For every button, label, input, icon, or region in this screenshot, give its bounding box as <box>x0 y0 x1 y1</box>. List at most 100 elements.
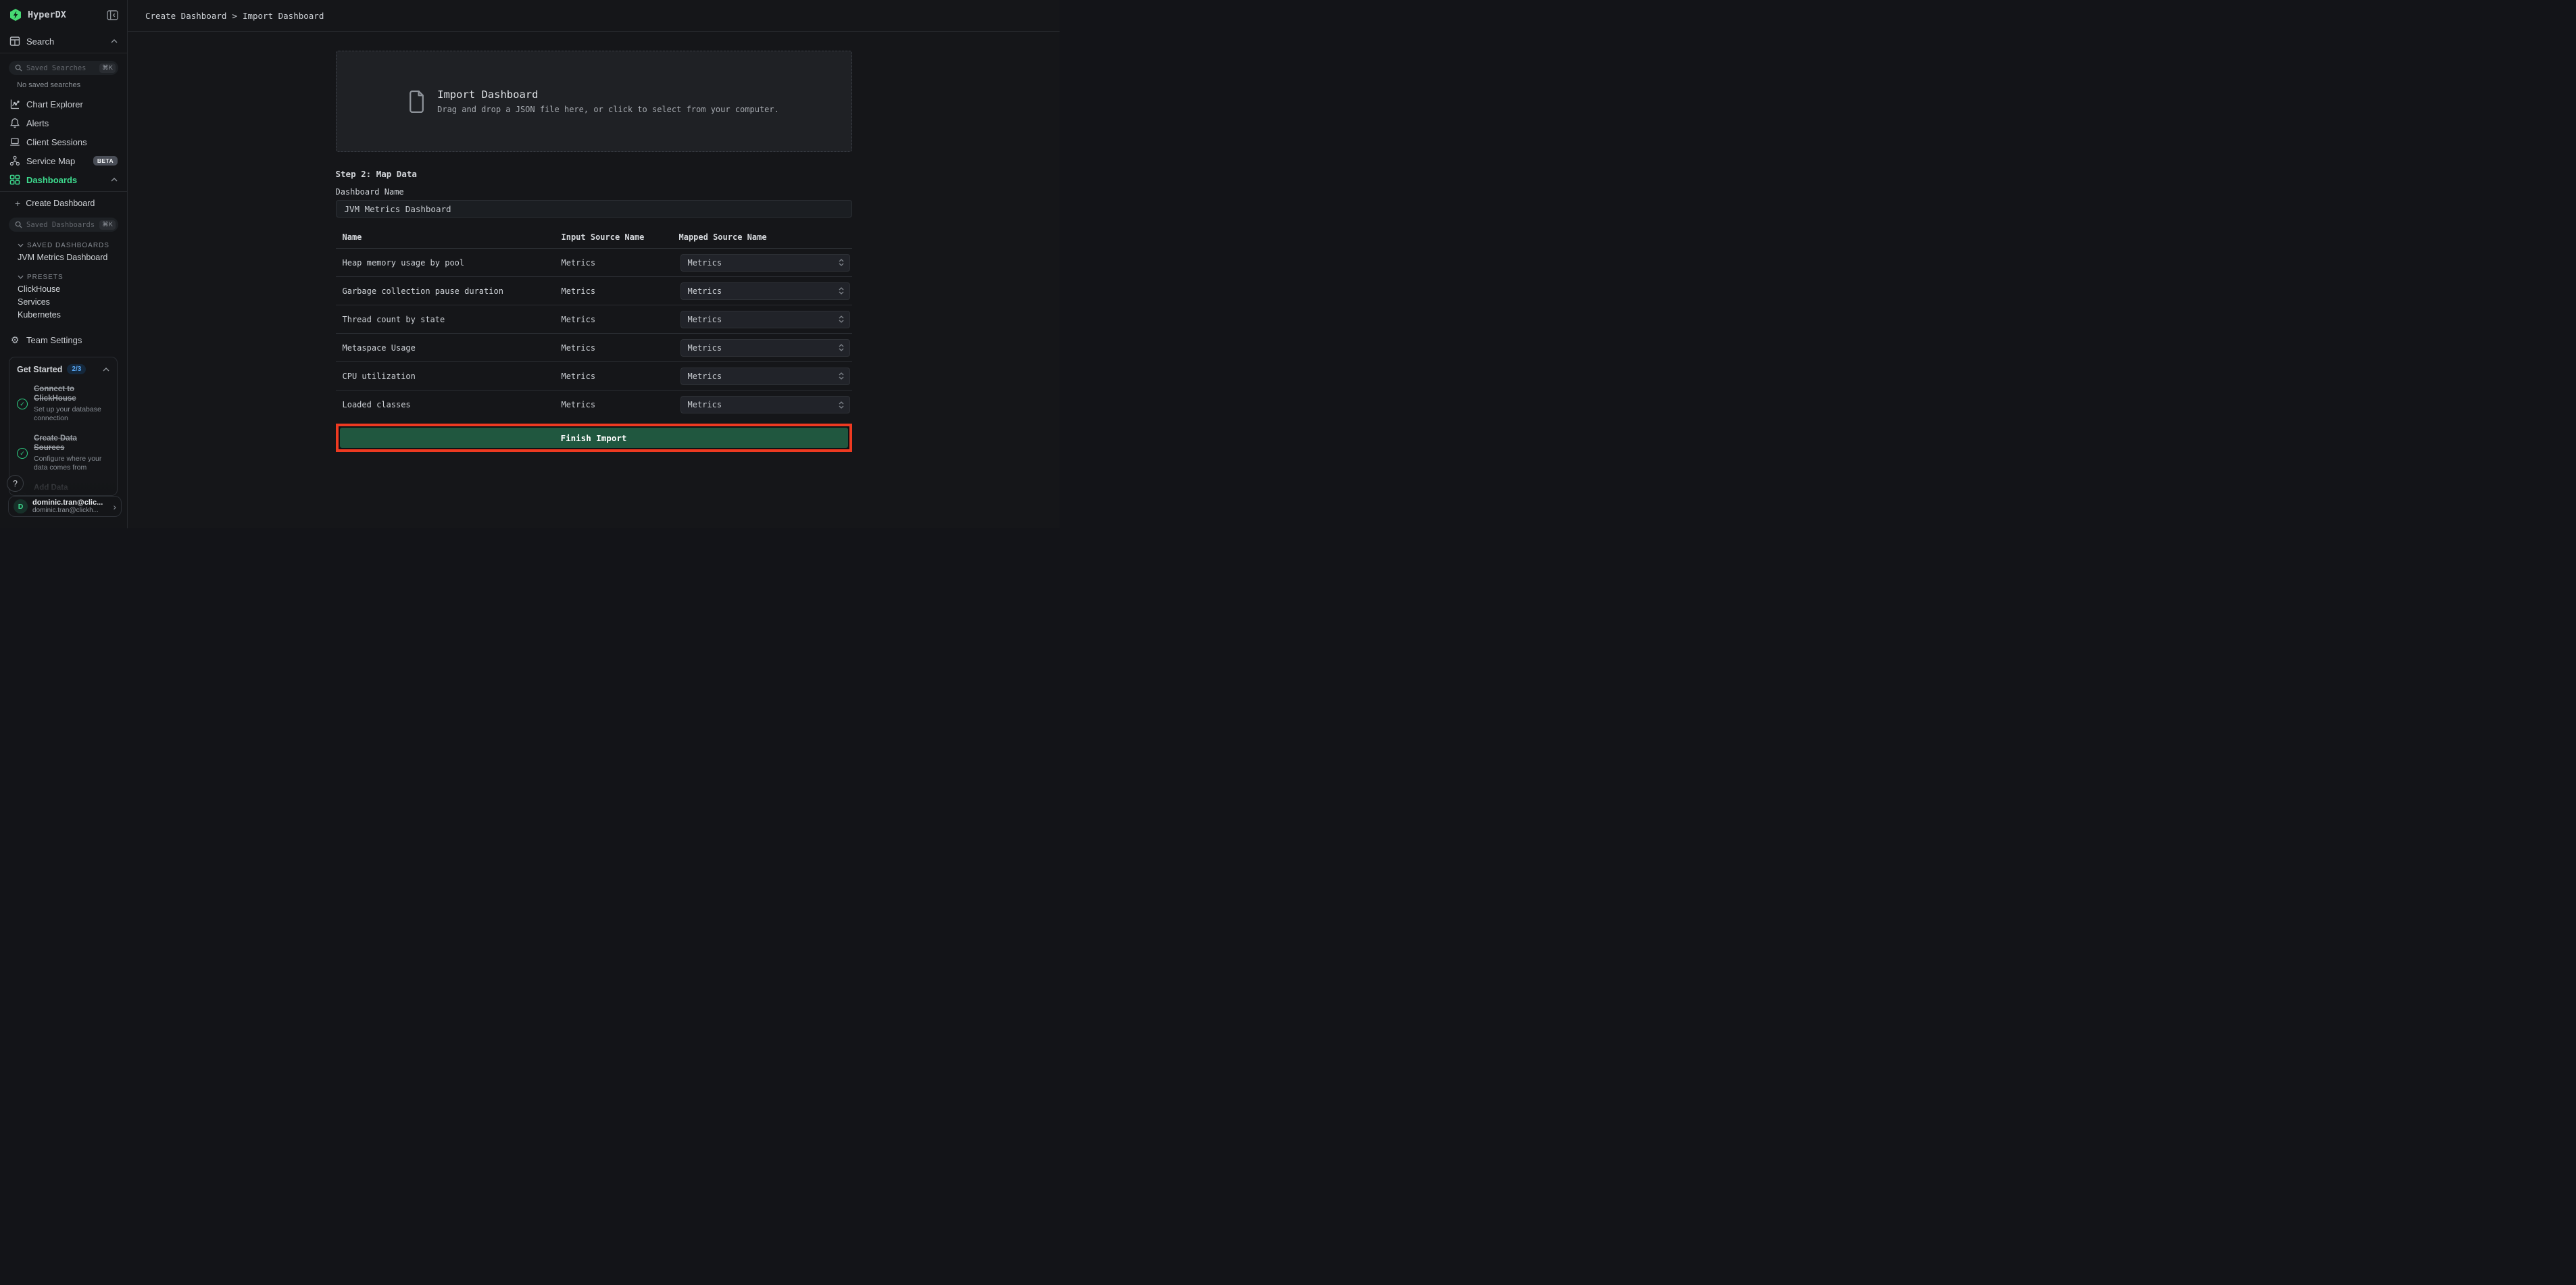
search-icon <box>15 64 22 72</box>
row-input-source: Metrics <box>562 258 679 268</box>
sidebar-nav: Chart ExplorerAlertsClient SessionsServi… <box>0 95 127 189</box>
get-started-item-desc: Configure where your data comes from <box>34 455 109 473</box>
dashboards-icon <box>9 174 20 185</box>
user-menu[interactable]: D dominic.tran@clic... dominic.tran@clic… <box>8 496 122 517</box>
get-started-item-connect-to-clickhouse[interactable]: ✓ Connect to ClickHouseSet up your databa… <box>17 384 109 424</box>
finish-import-button[interactable]: Finish Import <box>340 428 848 448</box>
sidebar-collapse-icon[interactable] <box>107 10 118 20</box>
get-started-item-title: Create Data Sources <box>34 434 109 453</box>
user-name: dominic.tran@clic... <box>32 499 108 507</box>
logo-row: HyperDX <box>0 0 127 30</box>
select-chevrons-icon <box>839 344 844 351</box>
sidebar-item-team-settings[interactable]: ⚙ Team Settings <box>0 330 127 349</box>
chart-explorer-icon <box>9 99 20 109</box>
sidebar-item-clickhouse[interactable]: ClickHouse <box>0 282 127 295</box>
section-header-saved-dashboards[interactable]: SAVED DASHBOARDS <box>0 240 127 251</box>
mapped-source-select[interactable]: Metrics <box>680 311 850 328</box>
selected-value: Metrics <box>688 343 722 353</box>
column-header-input-source: Input Source Name <box>562 232 679 242</box>
search-icon <box>15 221 22 228</box>
saved-searches-input[interactable]: Saved Searches ⌘K <box>9 61 118 75</box>
selected-value: Metrics <box>688 372 722 381</box>
no-saved-searches-text: No saved searches <box>17 81 127 89</box>
breadcrumb-separator: > <box>226 11 243 21</box>
mapped-source-select[interactable]: Metrics <box>680 339 850 357</box>
sidebar-item-jvm-metrics-dashboard[interactable]: JVM Metrics Dashboard <box>0 251 127 263</box>
selected-value: Metrics <box>688 315 722 324</box>
import-dropzone[interactable]: Import Dashboard Drag and drop a JSON fi… <box>336 51 852 152</box>
select-chevrons-icon <box>839 401 844 409</box>
help-button[interactable]: ? <box>7 475 24 492</box>
sidebar-item-label: Dashboards <box>26 175 105 185</box>
chevron-right-icon: › <box>113 501 116 512</box>
main-area: Create Dashboard>Import Dashboard Import… <box>128 0 1060 528</box>
dropzone-title: Import Dashboard <box>437 89 779 101</box>
mapped-source-select[interactable]: Metrics <box>680 396 850 413</box>
select-chevrons-icon <box>839 372 844 380</box>
dashboard-name-label: Dashboard Name <box>336 187 852 197</box>
sidebar-item-kubernetes[interactable]: Kubernetes <box>0 308 127 321</box>
file-icon <box>408 91 425 113</box>
section-header-label: PRESETS <box>27 274 64 281</box>
check-circle-icon: ✓ <box>17 448 28 459</box>
column-header-mapped-source: Mapped Source Name <box>679 232 852 242</box>
sidebar-item-alerts[interactable]: Alerts <box>0 114 127 132</box>
chevron-up-icon[interactable] <box>103 368 109 372</box>
saved-dashboards-input[interactable]: Saved Dashboards ⌘K <box>9 218 118 232</box>
get-started-item-desc: Set up your database connection <box>34 405 109 424</box>
breadcrumb-import-dashboard[interactable]: Import Dashboard <box>243 11 324 21</box>
sidebar-item-label: Search <box>26 36 105 47</box>
section-header-presets[interactable]: PRESETS <box>0 272 127 282</box>
table-row: Loaded classesMetricsMetrics <box>336 390 852 419</box>
sidebar-item-service-map[interactable]: Service MapBETA <box>0 151 127 170</box>
user-texts: dominic.tran@clic... dominic.tran@clickh… <box>32 499 108 514</box>
alerts-icon <box>9 118 20 128</box>
table-row: Metaspace UsageMetricsMetrics <box>336 334 852 362</box>
dashboard-name-input[interactable] <box>336 200 852 218</box>
mapped-source-select[interactable]: Metrics <box>680 368 850 385</box>
sidebar-item-client-sessions[interactable]: Client Sessions <box>0 132 127 151</box>
sidebar-item-search[interactable]: Search <box>0 30 127 53</box>
saved-dashboards-placeholder: Saved Dashboards <box>26 221 95 229</box>
table-row: Heap memory usage by poolMetricsMetrics <box>336 249 852 277</box>
mapping-table-header: Name Input Source Name Mapped Source Nam… <box>336 227 852 249</box>
shortcut-badge: ⌘K <box>99 64 116 73</box>
get-started-item-text: Connect to ClickHouseSet up your databas… <box>34 384 109 424</box>
search-section-icon <box>9 36 20 47</box>
sidebar-item-label: Service Map <box>26 156 87 166</box>
chevron-up-icon[interactable] <box>111 178 118 182</box>
sidebar-item-chart-explorer[interactable]: Chart Explorer <box>0 95 127 114</box>
row-name: Metaspace Usage <box>336 343 562 353</box>
app-title: HyperDX <box>28 9 101 20</box>
step-title: Step 2: Map Data <box>336 169 852 179</box>
get-started-item-create-data-sources[interactable]: ✓ Create Data Sources Configure where your… <box>17 434 109 473</box>
chevron-down-icon <box>18 243 24 247</box>
row-name: Garbage collection pause duration <box>336 286 562 296</box>
sidebar-item-services[interactable]: Services <box>0 295 127 308</box>
row-mapped-source-cell: Metrics <box>679 282 852 300</box>
progress-badge: 2/3 <box>67 364 86 374</box>
section-header-label: SAVED DASHBOARDS <box>27 242 109 249</box>
get-started-title: Get Started <box>17 365 62 374</box>
get-started-header[interactable]: Get Started 2/3 <box>17 364 109 374</box>
row-mapped-source-cell: Metrics <box>679 368 852 385</box>
get-started-item-add-data[interactable]: ✓Add DataStart sending logs, metrics, or… <box>17 483 109 496</box>
plus-icon: + <box>15 198 20 209</box>
chevron-up-icon[interactable] <box>111 39 118 43</box>
mapped-source-select[interactable]: Metrics <box>680 254 850 272</box>
mapped-source-select[interactable]: Metrics <box>680 282 850 300</box>
create-dashboard-button[interactable]: + Create Dashboard <box>0 194 127 213</box>
selected-value: Metrics <box>688 400 722 409</box>
breadcrumb-create-dashboard[interactable]: Create Dashboard <box>145 11 226 21</box>
table-row: Garbage collection pause duration Metrics… <box>336 277 852 305</box>
get-started-item-title: Connect to ClickHouse <box>34 384 109 404</box>
row-mapped-source-cell: Metrics <box>679 339 852 357</box>
avatar: D <box>14 499 28 513</box>
create-dashboard-label: Create Dashboard <box>26 199 95 208</box>
sidebar-item-dashboards[interactable]: Dashboards <box>0 170 127 189</box>
check-circle-icon: ✓ <box>17 399 28 409</box>
dashboard-sections: SAVED DASHBOARDS JVM Metrics Dashboard PRE… <box>0 240 127 321</box>
chevron-down-icon <box>18 275 24 279</box>
row-input-source: Metrics <box>562 343 679 353</box>
sidebar-item-label: Chart Explorer <box>26 99 118 109</box>
